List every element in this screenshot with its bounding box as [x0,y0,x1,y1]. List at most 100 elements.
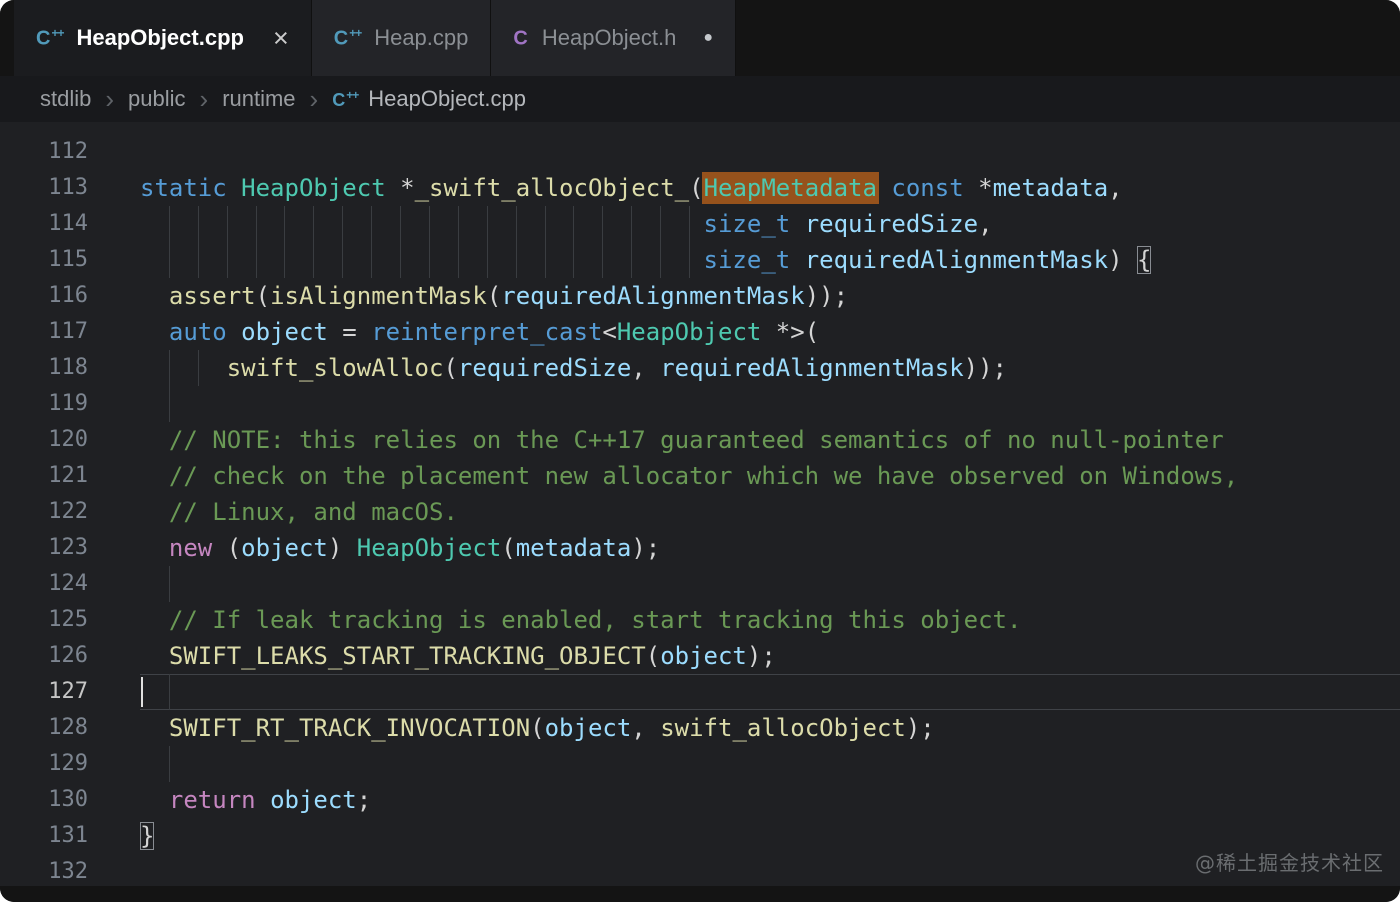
file-icon-letter: C [36,27,51,50]
line-number[interactable]: 123 [0,530,88,566]
indent-guide [197,350,199,386]
tab-heap-cpp[interactable]: C++ Heap.cpp [311,0,492,76]
line-number[interactable]: 121 [0,458,88,494]
line-number[interactable]: 127 [0,674,88,710]
code-line-116[interactable]: 116 assert(isAlignmentMask(requiredAlign… [0,278,1400,314]
line-number[interactable]: 119 [0,386,88,422]
indent-guide [400,206,402,242]
breadcrumb-item-stdlib[interactable]: stdlib [40,86,91,112]
line-number[interactable]: 116 [0,278,88,314]
indent-guide [168,242,170,278]
breadcrumb-item-public[interactable]: public [128,86,185,112]
line-number[interactable]: 129 [0,746,88,782]
code-line-114[interactable]: 114 size_t requiredSize, [0,206,1400,242]
indent-guide [573,242,575,278]
indent-guide [168,674,170,710]
indent-guide [168,386,170,422]
code-line-126[interactable]: 126 SWIFT_LEAKS_START_TRACKING_OBJECT(ob… [0,638,1400,674]
code-area: 112 113 static HeapObject *_swift_allocObj… [0,134,1400,890]
code-content [140,746,1400,782]
code-line-128[interactable]: 128 SWIFT_RT_TRACK_INVOCATION(object, sw… [0,710,1400,746]
line-number[interactable]: 118 [0,350,88,386]
indent-guide [197,242,199,278]
code-line-131[interactable]: 131} [0,818,1400,854]
code-line-123[interactable]: 123 new (object) HeapObject(metadata); [0,530,1400,566]
close-icon[interactable]: × [273,24,289,52]
code-token: ( [212,534,242,562]
line-number[interactable]: 114 [0,206,88,242]
code-token: const [891,174,964,202]
text-cursor [141,677,143,707]
code-content [140,566,1400,602]
code-line-112[interactable]: 112 [0,134,1400,170]
code-editor-window: C++ HeapObject.cpp × C++ Heap.cpp C Heap… [0,0,1400,902]
code-line-113[interactable]: 113 static HeapObject *_swift_allocObject… [0,170,1400,206]
indent-guide [457,206,459,242]
file-icon-sup: ++ [51,26,64,41]
indent-guide [255,206,257,242]
indent-guide [342,242,344,278]
line-number[interactable]: 131 [0,818,88,854]
line-number[interactable]: 126 [0,638,88,674]
code-token: ( [255,282,271,310]
line-number[interactable]: 120 [0,422,88,458]
code-token: swift_slowAlloc [226,354,444,382]
file-icon-letter: C [332,90,346,110]
modified-indicator-icon: ● [703,29,714,46]
breadcrumb-item-file[interactable]: HeapObject.cpp [368,86,526,112]
indent-guide [168,746,170,782]
line-number[interactable]: 113 [0,170,88,206]
breadcrumb-item-runtime[interactable]: runtime [222,86,295,112]
line-number[interactable]: 132 [0,854,88,890]
code-line-132[interactable]: 132 [0,854,1400,890]
indent-guide [284,206,286,242]
code-token: } [140,822,155,850]
indent-guide [457,242,459,278]
code-token: isAlignmentMask [270,282,487,310]
line-number[interactable]: 128 [0,710,88,746]
code-line-115[interactable]: 115 size_t requiredAlignmentMask) { [0,242,1400,278]
line-number[interactable]: 117 [0,314,88,350]
code-line-130[interactable]: 130 return object; [0,782,1400,818]
code-line-120[interactable]: 120 // NOTE: this relies on the C++17 gu… [0,422,1400,458]
code-line-118[interactable]: 118 swift_slowAlloc(requiredSize, requir… [0,350,1400,386]
code-line-124[interactable]: 124 [0,566,1400,602]
tab-heapobject-cpp[interactable]: C++ HeapObject.cpp × [14,0,312,76]
line-number[interactable]: 115 [0,242,88,278]
line-number[interactable]: 130 [0,782,88,818]
line-number[interactable]: 112 [0,134,88,170]
tab-label: HeapObject.cpp [76,25,244,50]
code-token: ); [631,534,661,562]
line-number[interactable]: 125 [0,602,88,638]
code-token: , [1108,174,1123,202]
code-token: ( [689,174,704,202]
code-line-129[interactable]: 129 [0,746,1400,782]
indent-guide [371,206,373,242]
code-token: swift_allocObject [660,714,906,742]
line-number[interactable]: 124 [0,566,88,602]
code-line-121[interactable]: 121 // check on the placement new alloca… [0,458,1400,494]
code-line-117[interactable]: 117 auto object = reinterpret_cast<HeapO… [0,314,1400,350]
code-token: ( [645,642,661,670]
code-line-119[interactable]: 119 [0,386,1400,422]
code-line-122[interactable]: 122 // Linux, and macOS. [0,494,1400,530]
line-number[interactable]: 122 [0,494,88,530]
indent-guide [197,206,199,242]
file-icon-sup: ++ [346,88,359,102]
cpp-file-icon: C++ [36,26,64,50]
code-token: HeapObject [241,174,386,202]
tab-heapobject-h[interactable]: C HeapObject.h ● [491,0,737,76]
code-line-127[interactable]: 127 [0,674,1400,710]
code-token: auto [168,318,227,346]
tab-bar: C++ HeapObject.cpp × C++ Heap.cpp C Heap… [0,0,1400,76]
code-token: requiredSize [804,210,979,238]
code-line-125[interactable]: 125 // If leak tracking is enabled, star… [0,602,1400,638]
indent-guide [428,206,430,242]
